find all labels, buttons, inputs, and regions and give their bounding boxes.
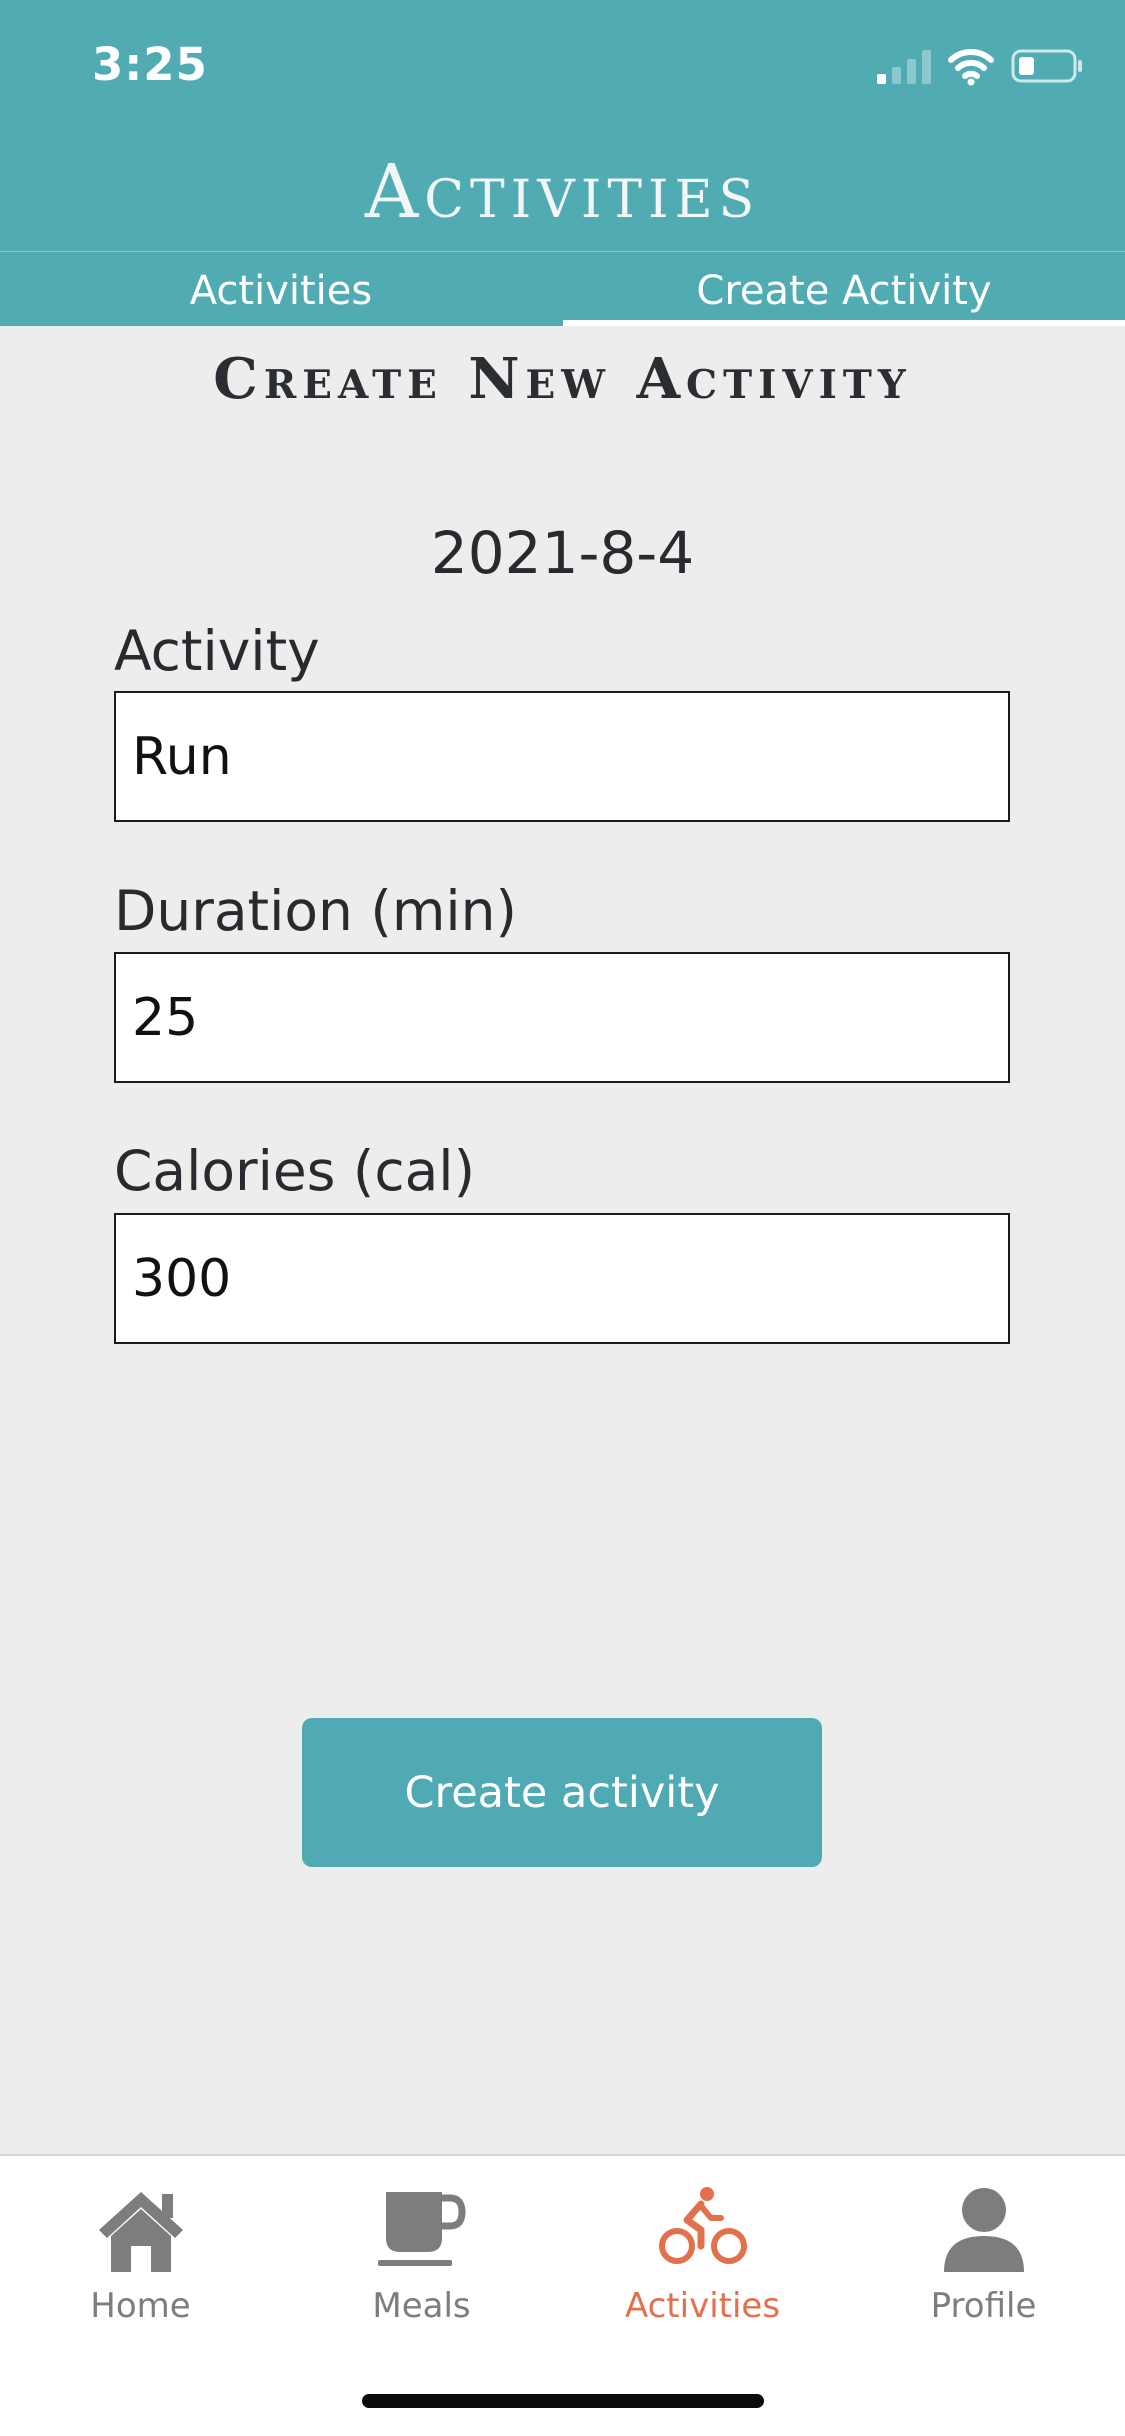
nav-home[interactable]: Home xyxy=(0,2156,281,2376)
nav-profile[interactable]: Profile xyxy=(843,2156,1124,2376)
nav-home-label: Home xyxy=(90,2286,191,2326)
duration-label: Duration (min) xyxy=(114,879,517,943)
app-header: 3:25 Activities Activities Create Activi… xyxy=(0,0,1125,326)
tab-create-activity[interactable]: Create Activity xyxy=(563,252,1125,326)
calories-label: Calories (cal) xyxy=(114,1139,476,1203)
calories-input[interactable] xyxy=(114,1213,1010,1344)
active-tab-indicator xyxy=(563,320,1125,326)
activity-input[interactable] xyxy=(114,691,1010,822)
nav-profile-label: Profile xyxy=(930,2286,1037,2326)
nav-meals[interactable]: Meals xyxy=(281,2156,562,2376)
battery-icon xyxy=(1011,48,1085,88)
nav-activities-label: Activities xyxy=(624,2286,781,2326)
home-indicator[interactable] xyxy=(362,2394,764,2408)
activity-date[interactable]: 2021-8-4 xyxy=(0,516,1125,590)
form-title: Create New Activity xyxy=(213,346,912,412)
nav-meals-label: Meals xyxy=(372,2286,471,2326)
coffee-cup-icon xyxy=(281,2184,562,2284)
house-icon xyxy=(0,2184,281,2284)
bicycle-rider-icon xyxy=(562,2184,843,2284)
cellular-signal-icon xyxy=(877,46,933,90)
status-time: 3:25 xyxy=(92,38,208,91)
duration-input[interactable] xyxy=(114,952,1010,1083)
page-title: Activities xyxy=(364,149,761,235)
activity-label: Activity xyxy=(114,619,320,683)
person-icon xyxy=(843,2184,1124,2284)
create-activity-button[interactable]: Create activity xyxy=(302,1718,822,1867)
tab-activities[interactable]: Activities xyxy=(0,252,562,326)
nav-activities[interactable]: Activities xyxy=(562,2156,843,2376)
wifi-icon xyxy=(947,46,995,90)
create-activity-screen: 3:25 Activities Activities Create Activi… xyxy=(0,0,1125,2436)
status-icons xyxy=(877,48,1085,88)
